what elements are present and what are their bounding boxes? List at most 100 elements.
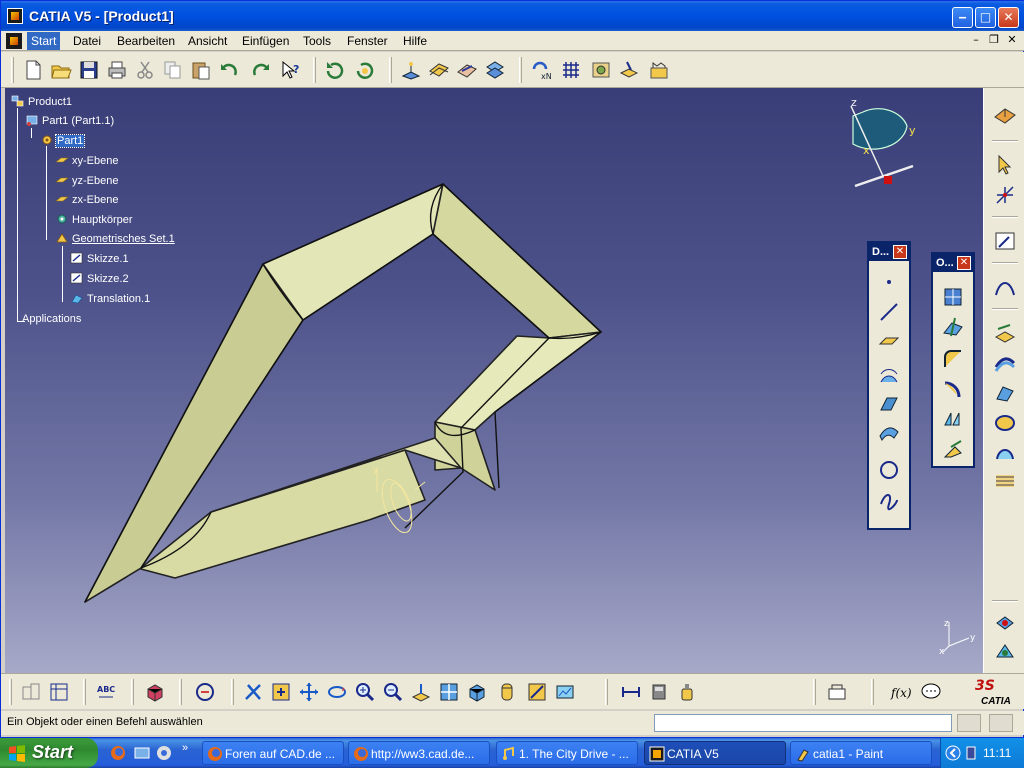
- menu-fenster[interactable]: Fenster: [347, 34, 388, 48]
- properties-icon[interactable]: [19, 680, 43, 704]
- sketch-icon[interactable]: [47, 680, 71, 704]
- extrapolate-icon[interactable]: [939, 376, 967, 402]
- measure-between-icon[interactable]: [619, 680, 643, 704]
- menu-bearbeiten[interactable]: Bearbeiten: [117, 34, 175, 48]
- part-design-icon[interactable]: [143, 680, 167, 704]
- text-icon[interactable]: ABC: [95, 680, 119, 704]
- quicklaunch-more[interactable]: »: [182, 742, 188, 754]
- hide-show-icon[interactable]: [525, 680, 549, 704]
- command-button-2[interactable]: [989, 714, 1013, 732]
- spline-icon[interactable]: [875, 487, 903, 513]
- task-paint[interactable]: catia1 - Paint: [790, 741, 932, 765]
- doc-minimize-button[interactable]: –: [969, 33, 983, 47]
- sweep-icon[interactable]: [991, 380, 1019, 406]
- fillet-icon[interactable]: [939, 346, 967, 372]
- clock[interactable]: 11:11: [983, 746, 1011, 760]
- snap-icon[interactable]: [399, 58, 423, 82]
- tree-node-geoset[interactable]: Geometrisches Set.1: [55, 231, 176, 247]
- minimize-button[interactable]: ‒: [952, 7, 973, 28]
- palette-title-bar[interactable]: O... ✕: [933, 254, 973, 272]
- palette-title-bar[interactable]: D... ✕: [869, 243, 909, 261]
- tree-node-translation[interactable]: Translation.1: [70, 291, 151, 307]
- toolbar-grip[interactable]: [9, 679, 12, 705]
- new-icon[interactable]: [21, 58, 45, 82]
- analysis-icon[interactable]: [589, 58, 613, 82]
- measure-inertia-icon[interactable]: [675, 680, 699, 704]
- whats-this-icon[interactable]: ?: [279, 58, 303, 82]
- menu-tools[interactable]: Tools: [303, 34, 331, 48]
- tree-label-sketch-2[interactable]: Skizze.2: [86, 273, 130, 285]
- toolbar-grip[interactable]: [871, 679, 874, 705]
- curve-icon[interactable]: [991, 274, 1019, 300]
- menu-hilfe[interactable]: Hilfe: [403, 34, 427, 48]
- point-icon[interactable]: [875, 269, 903, 295]
- desktop-quicklaunch-icon[interactable]: [134, 745, 150, 761]
- menu-start[interactable]: Start: [27, 32, 61, 50]
- maximize-button[interactable]: □: [975, 7, 996, 28]
- toolbar-grip[interactable]: [131, 679, 134, 705]
- knowledge-icon[interactable]: [991, 638, 1019, 664]
- tree-node-sketch-1[interactable]: Skizze.1: [70, 251, 130, 267]
- task-forum[interactable]: Foren auf CAD.de ...: [202, 741, 344, 765]
- blend-icon[interactable]: [991, 440, 1019, 466]
- tree-node-applications[interactable]: Applications: [21, 311, 82, 327]
- swap-icon[interactable]: [193, 680, 217, 704]
- task-city-drive[interactable]: 1. The City Drive - ...: [496, 741, 638, 765]
- toolbar-grip[interactable]: [813, 679, 816, 705]
- snap-to-point-icon[interactable]: [991, 182, 1019, 208]
- undo-icon[interactable]: [217, 58, 241, 82]
- tree-label-part-instance[interactable]: Part1 (Part1.1): [41, 115, 115, 127]
- close-button[interactable]: ✕: [998, 7, 1019, 28]
- doc-restore-button[interactable]: ❐: [987, 33, 1001, 47]
- document-menu-icon[interactable]: [6, 33, 22, 49]
- start-button[interactable]: Start: [0, 738, 98, 768]
- tree-label-zx-plane[interactable]: zx-Ebene: [71, 194, 119, 206]
- menu-datei[interactable]: Datei: [73, 34, 101, 48]
- multi-view-icon[interactable]: [437, 680, 461, 704]
- sketcher-icon[interactable]: [991, 228, 1019, 254]
- extract-icon[interactable]: [939, 436, 967, 462]
- extrude-surface-icon[interactable]: [875, 363, 903, 389]
- plane-icon[interactable]: [875, 327, 903, 353]
- multi-section-icon[interactable]: [991, 468, 1019, 494]
- catia-app-icon[interactable]: [7, 8, 23, 24]
- catalog-browser-icon[interactable]: [991, 610, 1019, 636]
- swap-visible-icon[interactable]: [553, 680, 577, 704]
- zoom-in-icon[interactable]: [353, 680, 377, 704]
- tree-label-part[interactable]: Part1: [54, 134, 86, 148]
- menu-ansicht[interactable]: Ansicht: [188, 34, 227, 48]
- copy-icon[interactable]: [161, 58, 185, 82]
- knowledge-advisor-icon[interactable]: [919, 680, 943, 704]
- tree-label-yz-plane[interactable]: yz-Ebene: [71, 175, 119, 187]
- network-tray-icon[interactable]: [963, 745, 979, 761]
- circle-icon[interactable]: [875, 457, 903, 483]
- iso-view-icon[interactable]: [465, 680, 489, 704]
- compass-widget[interactable]: z y x: [841, 96, 929, 198]
- tree-node-body[interactable]: Hauptkörper: [55, 212, 134, 228]
- paste-icon[interactable]: [189, 58, 213, 82]
- layer-icon[interactable]: [617, 58, 641, 82]
- toolbar-grip[interactable]: [605, 679, 608, 705]
- sweep-surface-icon[interactable]: [875, 419, 903, 445]
- line-icon[interactable]: [875, 299, 903, 325]
- command-button-1[interactable]: [957, 714, 981, 732]
- tree-node-yz-plane[interactable]: yz-Ebene: [55, 173, 119, 189]
- menu-einfuegen[interactable]: Einfügen: [242, 34, 289, 48]
- rotate-icon[interactable]: [325, 680, 349, 704]
- workbench-icon[interactable]: [991, 102, 1019, 128]
- tree-node-product[interactable]: Product1: [11, 94, 73, 110]
- pan-icon[interactable]: [241, 680, 265, 704]
- axis-icon[interactable]: xN: [529, 58, 553, 82]
- plane-icon[interactable]: [427, 58, 451, 82]
- cut-icon[interactable]: [133, 58, 157, 82]
- normal-view-icon[interactable]: [409, 680, 433, 704]
- command-input[interactable]: [654, 714, 952, 732]
- tree-label-xy-plane[interactable]: xy-Ebene: [71, 155, 119, 167]
- fill-icon[interactable]: [991, 410, 1019, 436]
- move-icon[interactable]: [297, 680, 321, 704]
- sketch-plane-icon[interactable]: [455, 58, 479, 82]
- measure-icon[interactable]: [483, 58, 507, 82]
- tree-node-zx-plane[interactable]: zx-Ebene: [55, 192, 119, 208]
- tree-node-sketch-2[interactable]: Skizze.2: [70, 271, 130, 287]
- save-icon[interactable]: [77, 58, 101, 82]
